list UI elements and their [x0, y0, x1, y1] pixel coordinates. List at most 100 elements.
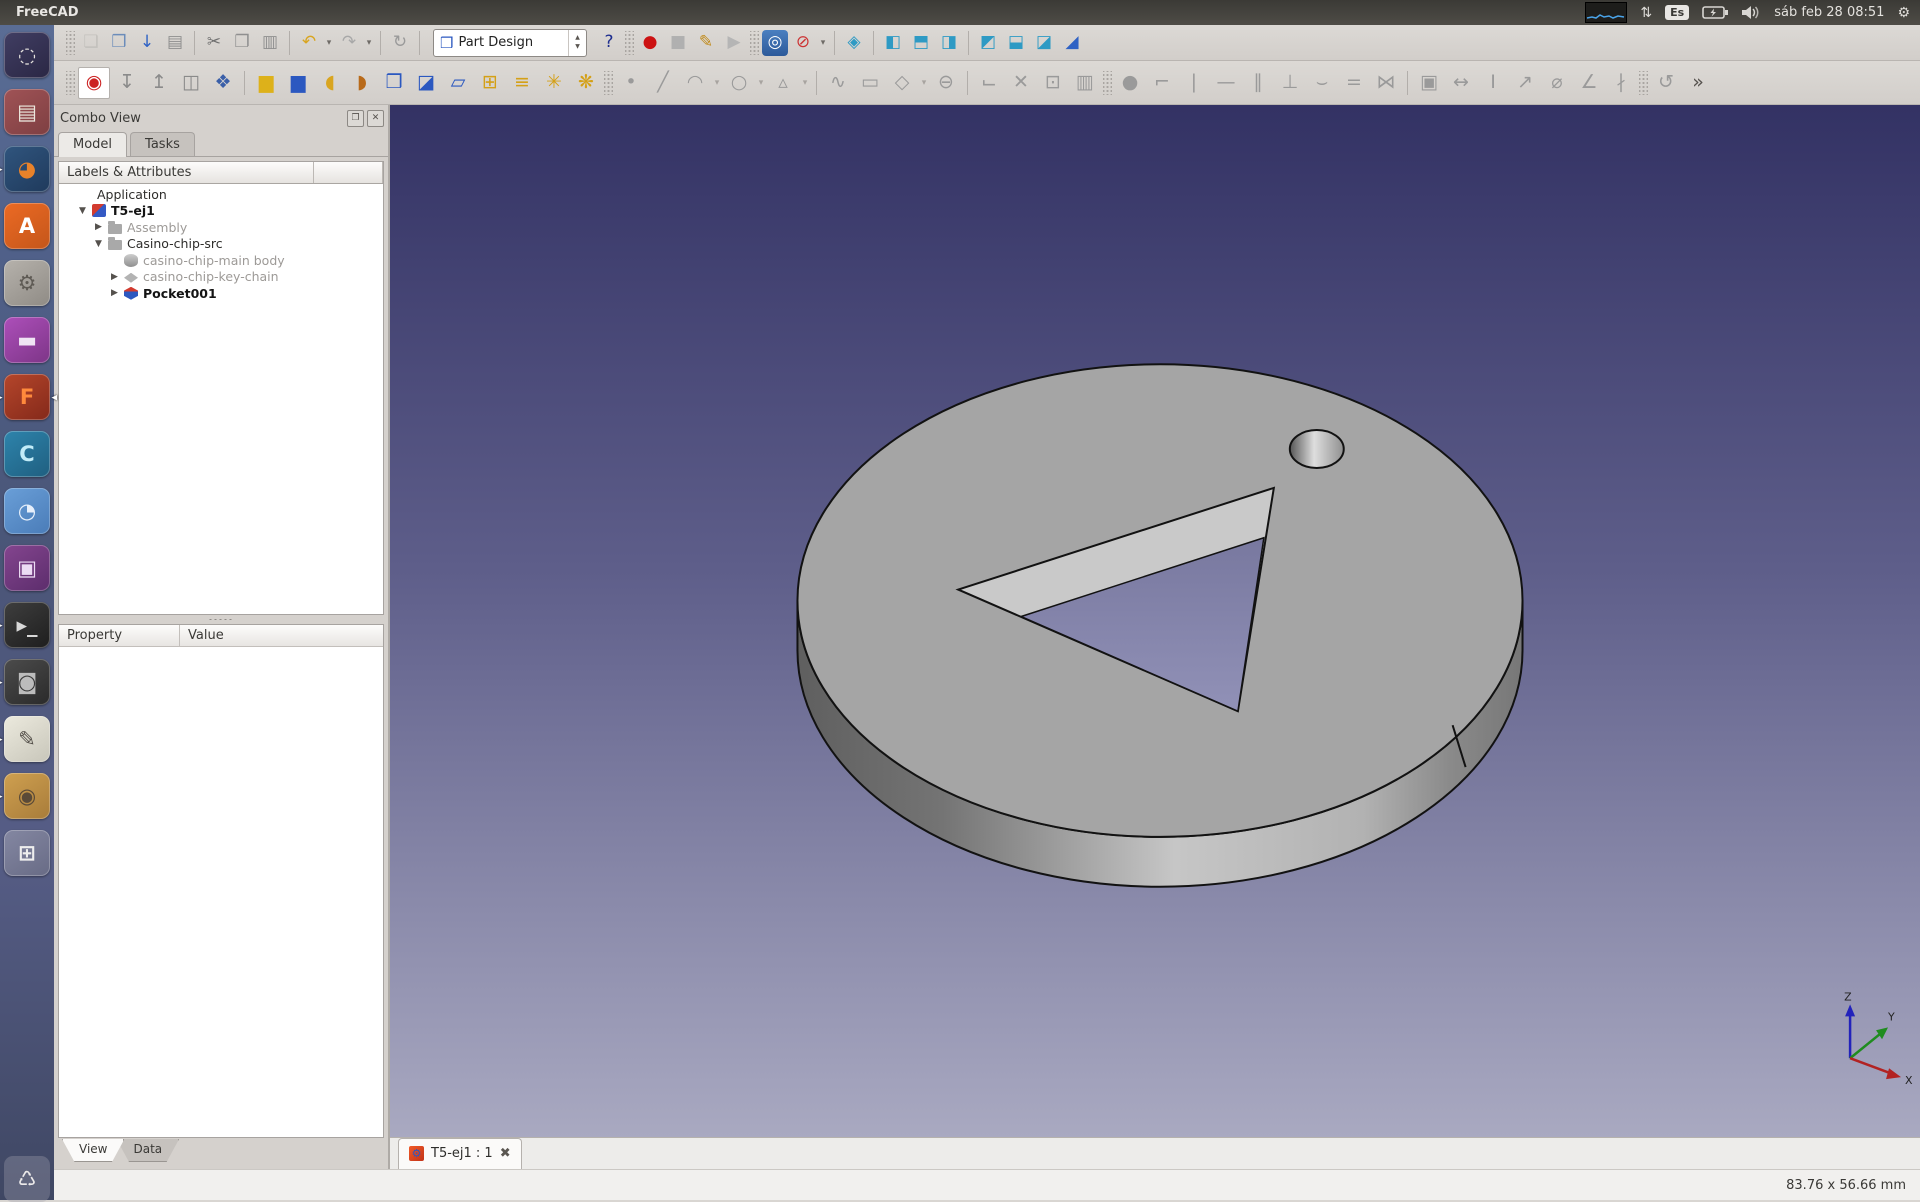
toolbar-separator[interactable]: [189, 31, 200, 55]
copy-button[interactable]: ❐: [229, 30, 255, 56]
launcher-item-c-app[interactable]: C: [4, 431, 50, 477]
pad-button[interactable]: ▆: [251, 68, 281, 98]
toolbar-separator[interactable]: [963, 31, 974, 55]
tree-item-pocket001[interactable]: ▶ Pocket001: [59, 285, 383, 302]
constraint-point-on-object-button[interactable]: ⌐: [1147, 68, 1177, 98]
constraint-perpendicular-button[interactable]: ⊥: [1275, 68, 1305, 98]
spinner-up-icon[interactable]: ▲: [575, 34, 580, 42]
sketch-slot-button[interactable]: ⊖: [931, 68, 961, 98]
macro-record-button[interactable]: ●: [637, 30, 663, 56]
document-tab[interactable]: ⚙ T5-ej1 : 1 ✖: [398, 1138, 522, 1169]
constraint-refraction-button[interactable]: ∤: [1606, 68, 1636, 98]
expander-icon[interactable]: ▼: [95, 239, 108, 249]
draw-style-caret[interactable]: ▾: [817, 38, 829, 48]
polygon-dropdown-caret[interactable]: ▾: [918, 78, 930, 88]
toolbar-separator[interactable]: [414, 31, 425, 55]
toolbar-grip[interactable]: [604, 71, 613, 95]
bottom-view-button[interactable]: ⬓: [1003, 30, 1029, 56]
sketch-line-button[interactable]: ╱: [648, 68, 678, 98]
constraint-parallel-button[interactable]: ∥: [1243, 68, 1273, 98]
constraint-lock-button[interactable]: ▣: [1414, 68, 1444, 98]
launcher-item-terminal-purple[interactable]: ▬: [4, 317, 50, 363]
toolbar-grip[interactable]: [66, 31, 75, 55]
toolbar-grip[interactable]: [1639, 71, 1648, 95]
tree-item-t5-ej1[interactable]: ▼ T5-ej1: [59, 203, 383, 220]
launcher-item-gimp[interactable]: ◉: [4, 773, 50, 819]
groove-button[interactable]: ◗: [347, 68, 377, 98]
external-geometry-button[interactable]: ⊡: [1038, 68, 1068, 98]
clock[interactable]: sáb feb 28 08:51: [1774, 5, 1884, 20]
pocket-button[interactable]: ▆: [283, 68, 313, 98]
casino-chip-model[interactable]: [797, 364, 1522, 886]
sketch-fillet-button[interactable]: ⌙: [974, 68, 1004, 98]
export-button[interactable]: ↥: [144, 68, 174, 98]
carbon-copy-button[interactable]: ▥: [1070, 68, 1100, 98]
tree-header[interactable]: Labels & Attributes: [59, 162, 314, 183]
view-sketch-button[interactable]: ◫: [176, 68, 206, 98]
toolbar-separator[interactable]: [811, 71, 822, 95]
macro-edit-button[interactable]: ✎: [693, 30, 719, 56]
draw-style-button[interactable]: ⊘: [790, 30, 816, 56]
left-view-button[interactable]: ◪: [1031, 30, 1057, 56]
constraint-horizontal-distance-button[interactable]: ↔: [1446, 68, 1476, 98]
launcher-item-chromium[interactable]: ◔: [4, 488, 50, 534]
tab-view[interactable]: View: [62, 1139, 124, 1162]
tree-item-label[interactable]: Pocket001: [143, 286, 217, 301]
circle-dropdown-caret[interactable]: ▾: [755, 78, 767, 88]
sketch-point-button[interactable]: •: [616, 68, 646, 98]
sketch-circle-button[interactable]: ○: [724, 68, 754, 98]
property-column-header[interactable]: Property: [59, 625, 180, 646]
toolbar-separator[interactable]: [1402, 71, 1413, 95]
tab-model[interactable]: Model: [58, 132, 127, 157]
toolbar-separator[interactable]: [239, 71, 250, 95]
document-tab-label[interactable]: T5-ej1 : 1: [431, 1146, 493, 1161]
expander-icon[interactable]: ▶: [111, 272, 124, 282]
keyboard-layout-indicator[interactable]: Es: [1665, 5, 1689, 20]
toolbar-grip[interactable]: [625, 31, 634, 55]
sketch-arc-button[interactable]: ◠: [680, 68, 710, 98]
network-indicator-icon[interactable]: ⇅: [1640, 5, 1652, 21]
right-view-button[interactable]: ◨: [936, 30, 962, 56]
tree-item-application[interactable]: Application: [59, 186, 383, 203]
tree-item-assembly[interactable]: ▶ Assembly: [59, 219, 383, 236]
macro-stop-button[interactable]: ■: [665, 30, 691, 56]
linear-pattern-button[interactable]: ≡: [507, 68, 537, 98]
panel-float-button[interactable]: ❐: [347, 110, 364, 127]
measure-distance-button[interactable]: ◢: [1059, 30, 1085, 56]
launcher-item-terminal[interactable]: ▸_: [4, 602, 50, 648]
constraint-distance-button[interactable]: ↗: [1510, 68, 1540, 98]
document-tab-close-icon[interactable]: ✖: [500, 1146, 511, 1161]
3d-viewport[interactable]: Z Y X: [390, 105, 1920, 1137]
validate-sketch-button[interactable]: ❖: [208, 68, 238, 98]
launcher-item-settings[interactable]: ⚙: [4, 260, 50, 306]
toolbar-overflow-button[interactable]: »: [1683, 68, 1713, 98]
value-column-header[interactable]: Value: [180, 625, 383, 646]
polar-pattern-button[interactable]: ✳: [539, 68, 569, 98]
chamfer-button[interactable]: ◪: [411, 68, 441, 98]
sketch-polyline-button[interactable]: ∿: [823, 68, 853, 98]
rear-view-button[interactable]: ◩: [975, 30, 1001, 56]
tree-item-label[interactable]: T5-ej1: [111, 203, 155, 218]
tree-item-label[interactable]: casino-chip-key-chain: [143, 269, 279, 284]
tree-header-extra-column[interactable]: [314, 162, 383, 183]
constraint-vertical-button[interactable]: ❘: [1179, 68, 1209, 98]
panel-splitter[interactable]: [54, 615, 388, 624]
save-button[interactable]: ↓: [134, 30, 160, 56]
constraint-symmetric-button[interactable]: ⋈: [1371, 68, 1401, 98]
sketch-trim-button[interactable]: ✕: [1006, 68, 1036, 98]
constraint-horizontal-button[interactable]: —: [1211, 68, 1241, 98]
tab-tasks[interactable]: Tasks: [130, 132, 195, 156]
toggle-driving-constraint-button[interactable]: ↺: [1651, 68, 1681, 98]
whats-this-button[interactable]: ?: [596, 30, 622, 56]
open-document-button[interactable]: ❒: [106, 30, 132, 56]
constraint-coincident-button[interactable]: ●: [1115, 68, 1145, 98]
tree-item-casino-chip-src[interactable]: ▼ Casino-chip-src: [59, 236, 383, 253]
expander-icon[interactable]: ▼: [79, 206, 92, 216]
front-view-button[interactable]: ◧: [880, 30, 906, 56]
macro-execute-button[interactable]: ▶: [721, 30, 747, 56]
multitransform-button[interactable]: ❋: [571, 68, 601, 98]
axonometric-view-button[interactable]: ◈: [841, 30, 867, 56]
revolution-button[interactable]: ◖: [315, 68, 345, 98]
tree-item-casino-chip-main-body[interactable]: casino-chip-main body: [59, 252, 383, 269]
refresh-button[interactable]: ↻: [387, 30, 413, 56]
